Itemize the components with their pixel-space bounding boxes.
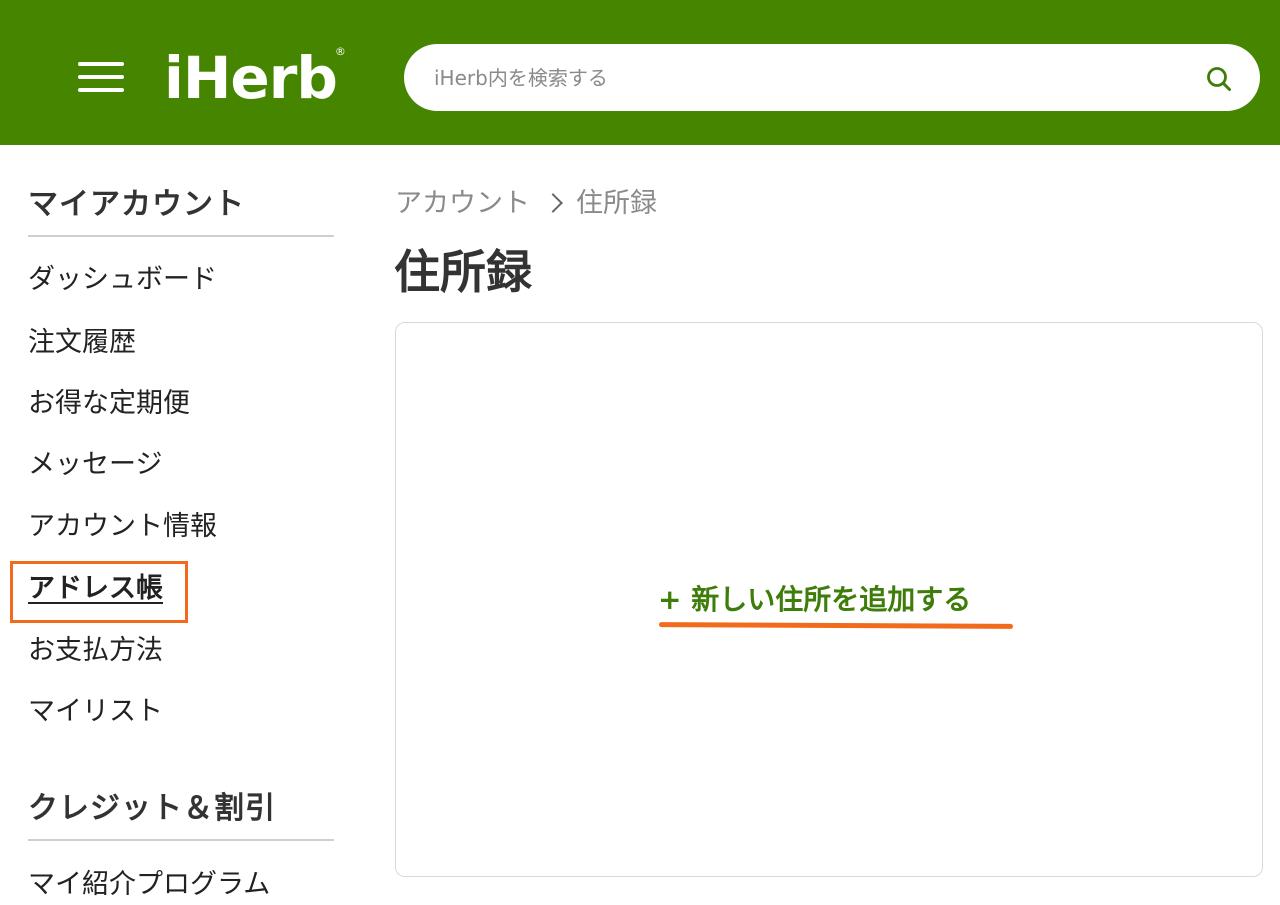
sidebar-item-order-history[interactable]: 注文履歴 <box>28 323 136 363</box>
sidebar-item-dashboard[interactable]: ダッシュボード <box>28 260 217 300</box>
sidebar-item-referral-program[interactable]: マイ紹介プログラム <box>28 865 270 905</box>
breadcrumb: アカウント 住所録 <box>395 184 657 224</box>
breadcrumb-account-link[interactable]: アカウント <box>395 188 530 219</box>
chevron-right-icon <box>543 192 563 213</box>
sidebar-item-account-info[interactable]: アカウント情報 <box>28 507 217 547</box>
sidebar-item-payment-methods[interactable]: お支払方法 <box>28 631 163 671</box>
add-new-address-link[interactable]: + 新しい住所を追加する <box>658 578 971 622</box>
iherb-logo[interactable]: iHerb ® <box>164 40 346 116</box>
add-address-highlight-underline <box>658 622 1014 629</box>
search-input[interactable] <box>432 44 1172 111</box>
search-icon[interactable] <box>1204 64 1234 94</box>
address-book-card: + 新しい住所を追加する <box>395 322 1263 877</box>
logo-registered-mark: ® <box>334 45 346 58</box>
sidebar-item-address-book[interactable]: アドレス帳 <box>28 569 163 609</box>
page-title: 住所録 <box>394 245 532 299</box>
sidebar-item-messages[interactable]: メッセージ <box>28 445 162 485</box>
logo-text: iHerb <box>164 44 338 112</box>
sidebar-heading-credits-discounts: クレジット＆割引 <box>28 787 334 841</box>
sidebar-heading-my-account: マイアカウント <box>28 183 334 237</box>
site-header: iHerb ® <box>0 0 1280 145</box>
breadcrumb-current: 住所録 <box>576 188 657 219</box>
sidebar-item-autoship[interactable]: お得な定期便 <box>28 384 190 424</box>
hamburger-menu-icon[interactable] <box>74 56 130 98</box>
sidebar-item-my-lists[interactable]: マイリスト <box>28 692 163 732</box>
search-bar <box>404 44 1260 111</box>
